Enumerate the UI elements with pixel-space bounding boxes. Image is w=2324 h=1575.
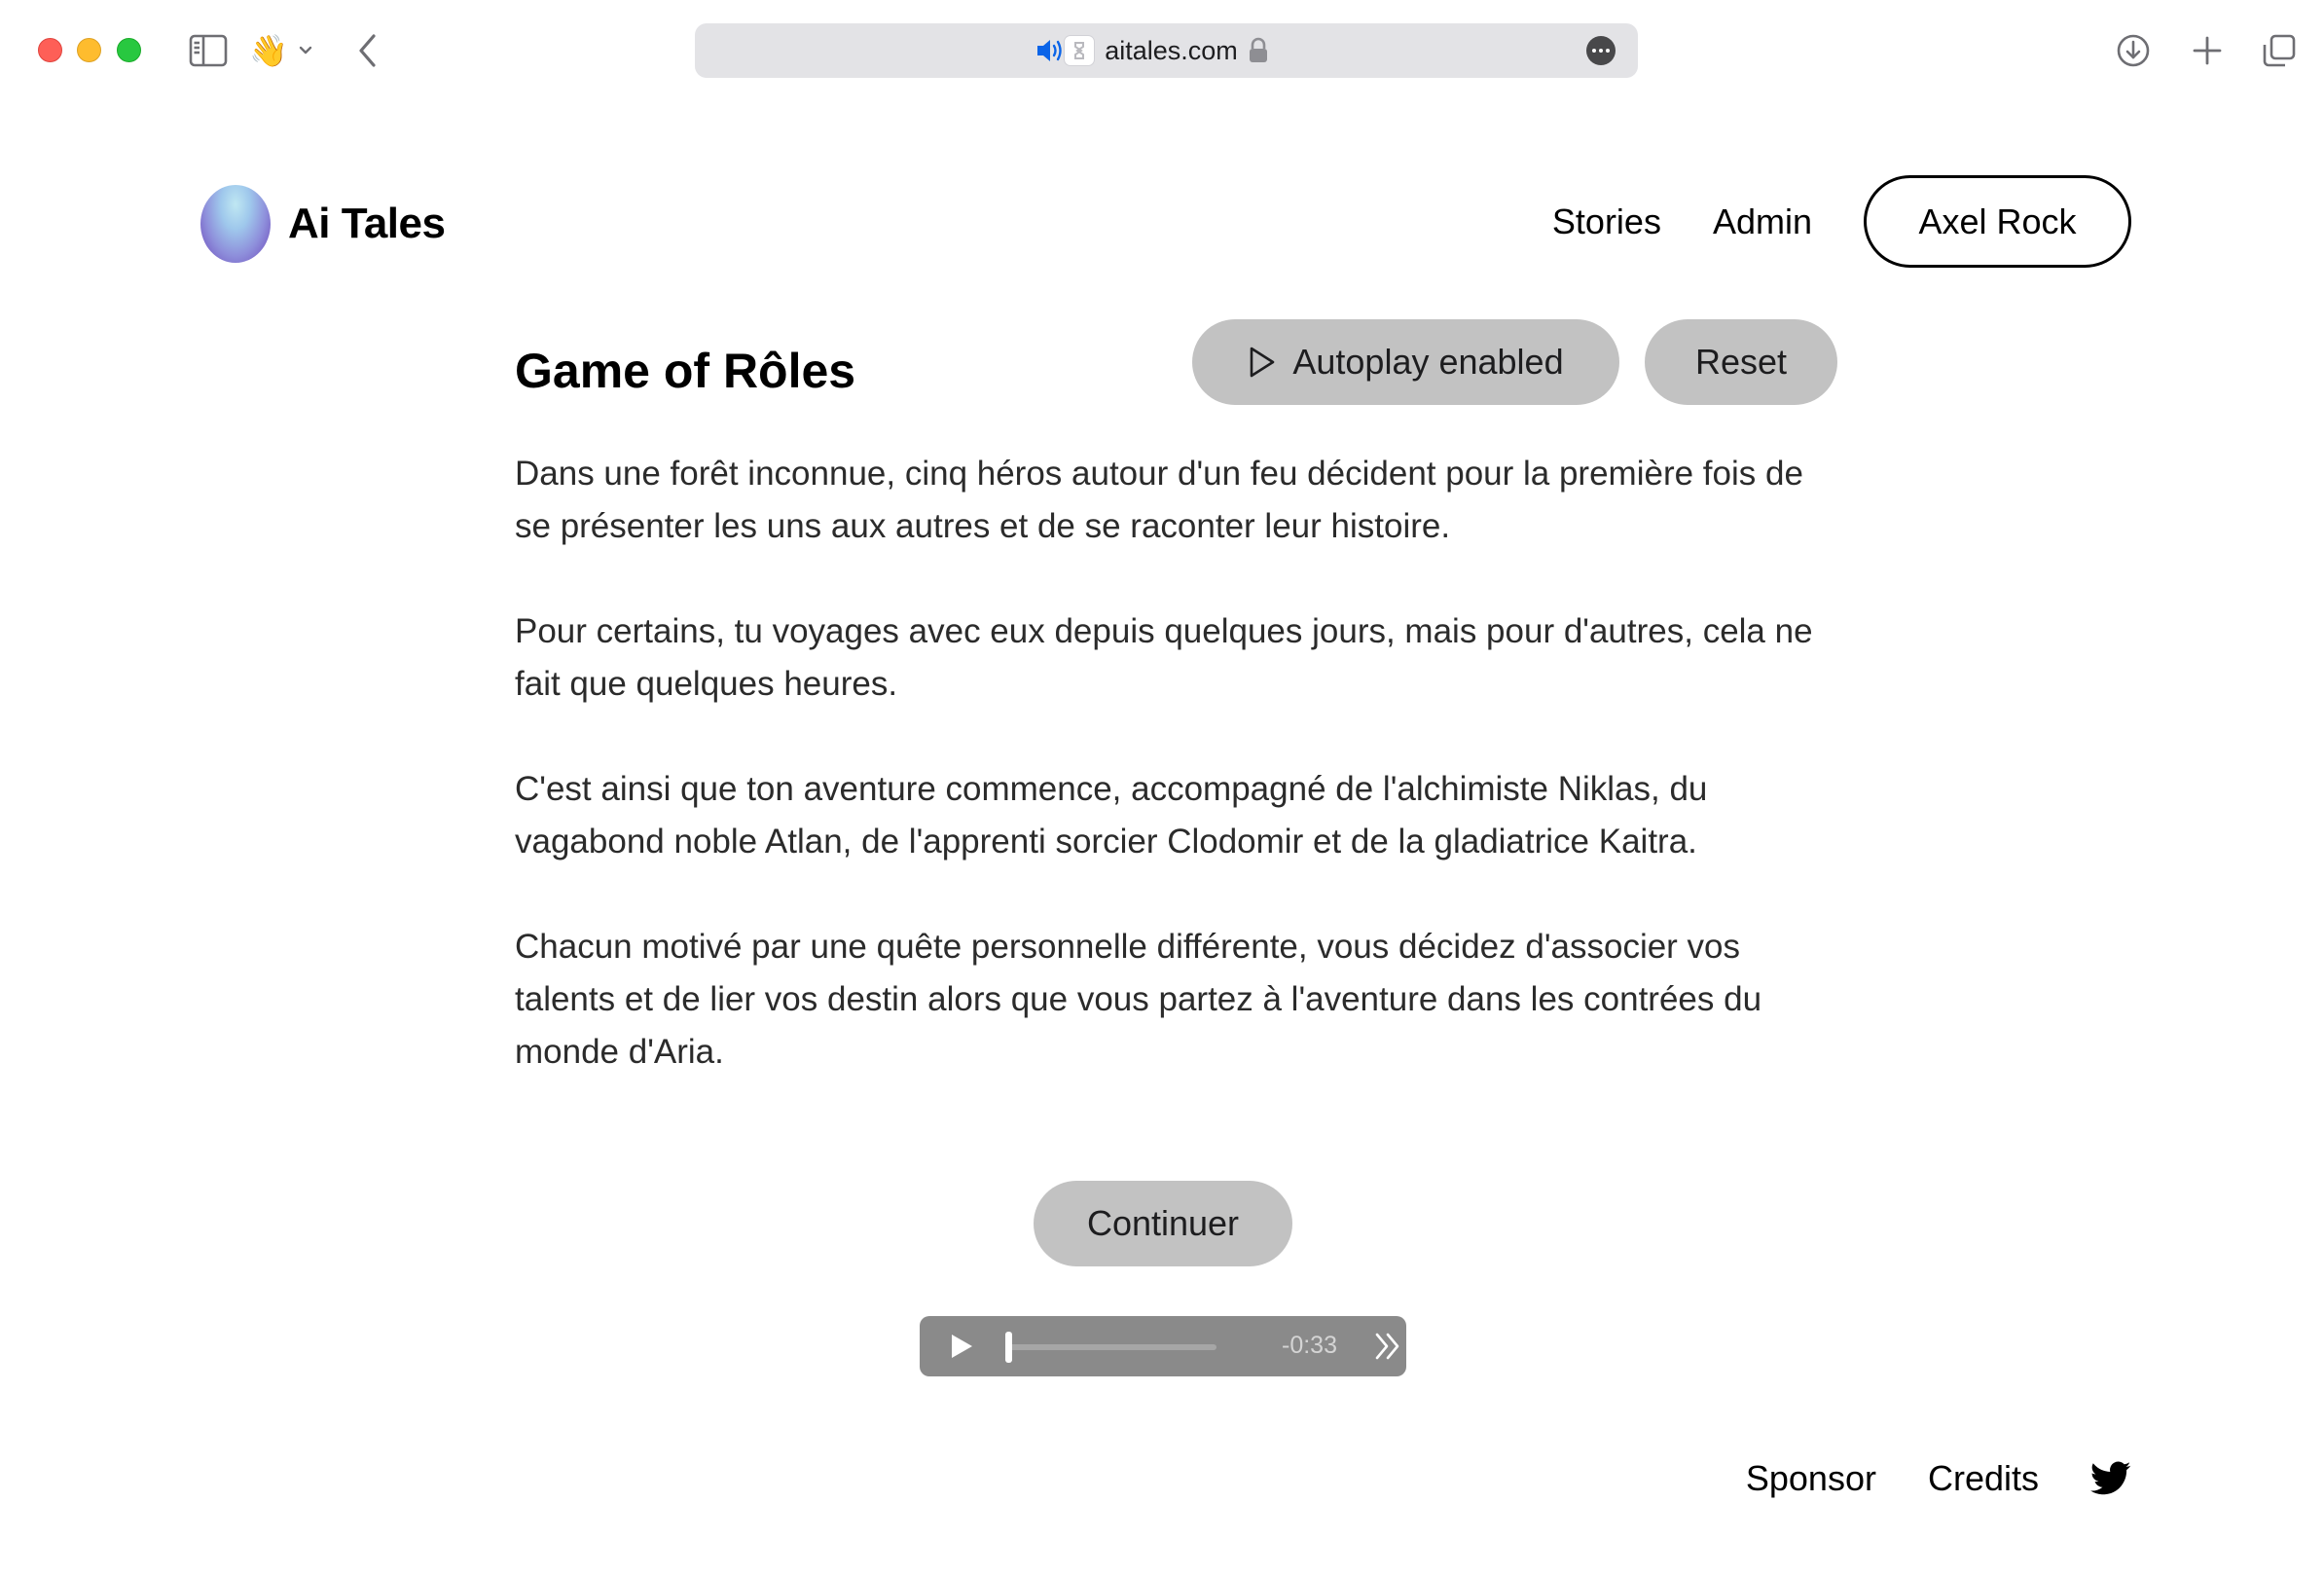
lock-icon	[1248, 37, 1269, 64]
user-account-button[interactable]: Axel Rock	[1864, 175, 2131, 268]
story-title: Game of Rôles	[515, 344, 856, 398]
chevron-left-icon[interactable]	[350, 29, 385, 72]
download-icon[interactable]	[2114, 31, 2153, 70]
audio-play-icon[interactable]	[947, 1332, 976, 1361]
story-text: Dans une forêt inconnue, cinq héros auto…	[515, 448, 1824, 1131]
fast-forward-icon[interactable]	[1373, 1331, 1402, 1362]
profile-emoji-icon[interactable]: 👋	[247, 29, 290, 72]
plus-icon[interactable]	[2188, 31, 2227, 70]
site-logo-link[interactable]: Ai Tales	[200, 185, 446, 263]
speaker-playing-icon[interactable]	[1035, 36, 1066, 65]
address-domain: aitales.com	[1105, 35, 1238, 65]
autoplay-label: Autoplay enabled	[1292, 342, 1564, 382]
audio-remaining-time: -0:33	[1282, 1332, 1337, 1359]
twitter-bird-icon[interactable]	[2090, 1461, 2131, 1496]
site-footer: Sponsor Credits	[1746, 1458, 2131, 1499]
address-bar[interactable]: aitales.com	[695, 23, 1638, 78]
main-nav: Stories Admin Axel Rock	[1552, 175, 2131, 268]
story-paragraph: C'est ainsi que ton aventure commence, a…	[515, 770, 1708, 861]
footer-link-credits[interactable]: Credits	[1928, 1458, 2039, 1499]
story-paragraph: Pour certains, tu voyages avec eux depui…	[515, 612, 1813, 703]
ellipsis-circle-icon[interactable]	[1586, 36, 1616, 65]
browser-toolbar: 👋 aitales.com	[0, 0, 2324, 101]
audio-player: -0:33	[920, 1316, 1406, 1376]
reset-button[interactable]: Reset	[1645, 319, 1837, 405]
audio-scrubber[interactable]	[1007, 1344, 1216, 1350]
nav-link-stories[interactable]: Stories	[1552, 201, 1661, 242]
fullscreen-window-button[interactable]	[117, 38, 141, 62]
story-paragraph: Dans une forêt inconnue, cinq héros auto…	[515, 455, 1803, 545]
footer-link-sponsor[interactable]: Sponsor	[1746, 1458, 1876, 1499]
logo-orb-icon	[200, 185, 271, 263]
play-outline-icon	[1248, 346, 1277, 379]
minimize-window-button[interactable]	[77, 38, 101, 62]
site-favicon-icon	[1064, 35, 1096, 66]
close-window-button[interactable]	[38, 38, 62, 62]
continue-button[interactable]: Continuer	[1034, 1181, 1292, 1266]
chevron-down-icon[interactable]	[295, 37, 316, 64]
autoplay-toggle-button[interactable]: Autoplay enabled	[1192, 319, 1619, 405]
audio-scrubber-thumb[interactable]	[1005, 1332, 1012, 1363]
tab-overview-icon[interactable]	[2260, 31, 2299, 70]
sidebar-toggle-icon[interactable]	[189, 31, 228, 70]
nav-link-admin[interactable]: Admin	[1713, 201, 1812, 242]
site-logo-text: Ai Tales	[288, 200, 446, 247]
story-paragraph: Chacun motivé par une quête personnelle …	[515, 928, 1762, 1071]
